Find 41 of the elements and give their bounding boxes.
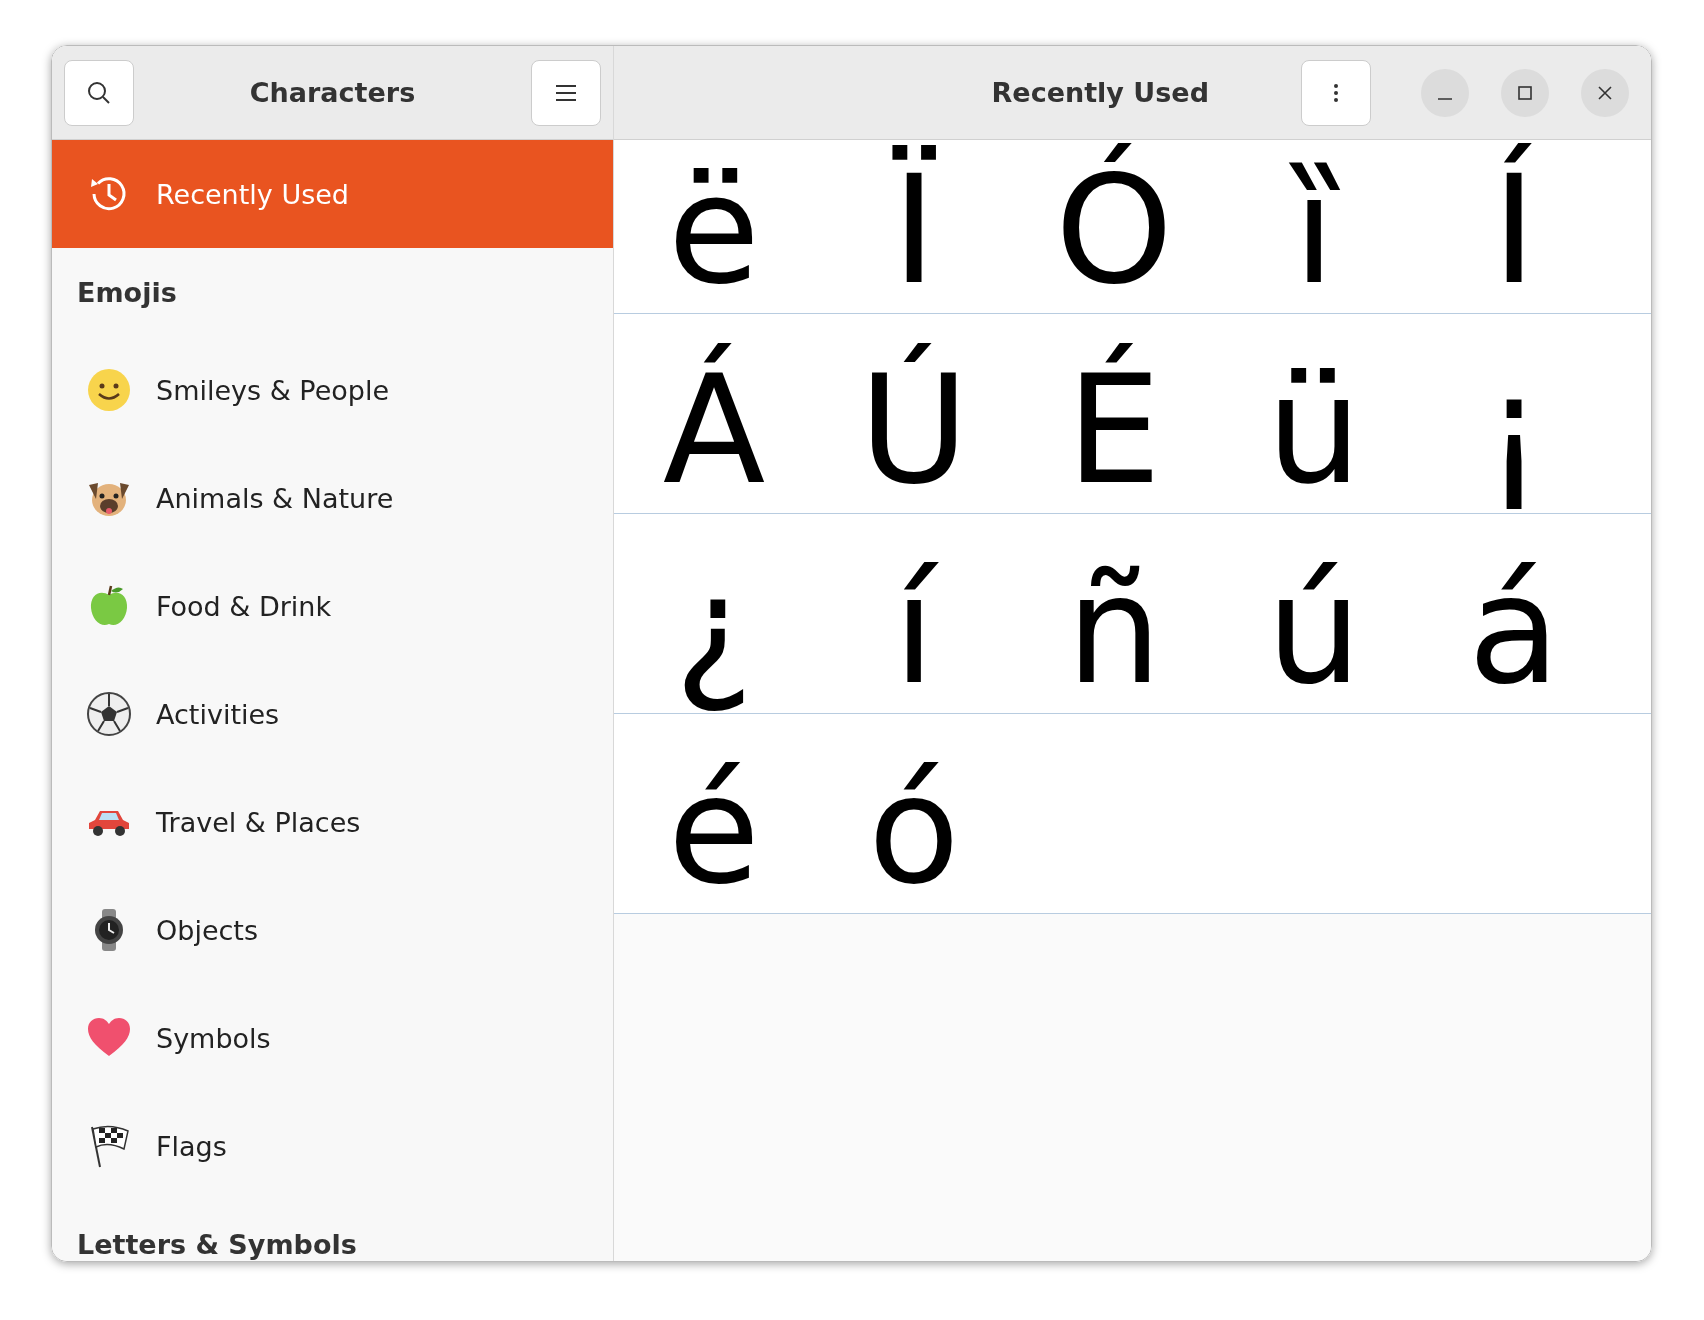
maximize-button[interactable] [1501, 68, 1549, 117]
sidebar-item[interactable]: Flags [52, 1092, 613, 1200]
maximize-icon [1517, 84, 1533, 101]
character-tile[interactable]: É [1014, 314, 1214, 513]
smiley-icon [86, 367, 132, 413]
menu-icon [555, 83, 577, 102]
character-tile[interactable]: ¿ [614, 514, 814, 713]
view-title: Recently Used [990, 77, 1210, 108]
character-tile[interactable]: ü [1214, 314, 1414, 513]
character-tile[interactable]: í [814, 514, 1014, 713]
character-tile[interactable]: Ó [1014, 140, 1214, 313]
character-tile[interactable]: Ú [814, 314, 1014, 513]
section-heading: Emojis [76, 275, 178, 310]
character-tile[interactable]: ë [614, 140, 814, 313]
sidebar-item[interactable]: Symbols [52, 984, 613, 1092]
menu-button[interactable] [531, 59, 601, 126]
sidebar-item[interactable]: Objects [52, 876, 613, 984]
character-tile[interactable]: Á [614, 314, 814, 513]
close-icon [1597, 84, 1613, 101]
section-heading: Letters & Symbols [76, 1227, 358, 1261]
close-button[interactable] [1581, 68, 1629, 117]
character-tile[interactable]: ȉ [1214, 140, 1414, 313]
character-tile[interactable]: ú [1214, 514, 1414, 713]
character-tile[interactable]: ó [814, 714, 1014, 913]
sidebar-item[interactable]: Travel & Places [52, 768, 613, 876]
character-tile[interactable]: Ï [814, 140, 1014, 313]
sidebar-item[interactable]: Food & Drink [52, 552, 613, 660]
character-tile[interactable]: é [614, 714, 814, 913]
soccer-ball-icon [86, 691, 132, 737]
character-tile[interactable]: Í [1414, 140, 1614, 313]
character-tile[interactable]: ¡ [1414, 314, 1614, 513]
sidebar-item[interactable]: Smileys & People [52, 336, 613, 444]
sidebar-item[interactable]: Activities [52, 660, 613, 768]
sidebar-title: Characters [248, 77, 417, 108]
sidebar-item[interactable]: Animals & Nature [52, 444, 613, 552]
character-tile[interactable]: á [1414, 514, 1614, 713]
kebab-menu-icon [1333, 82, 1339, 103]
minimize-icon [1438, 97, 1452, 100]
character-tile[interactable]: ñ [1014, 514, 1214, 713]
sidebar-item[interactable]: Recently Used [52, 140, 613, 248]
search-button[interactable] [64, 59, 134, 126]
